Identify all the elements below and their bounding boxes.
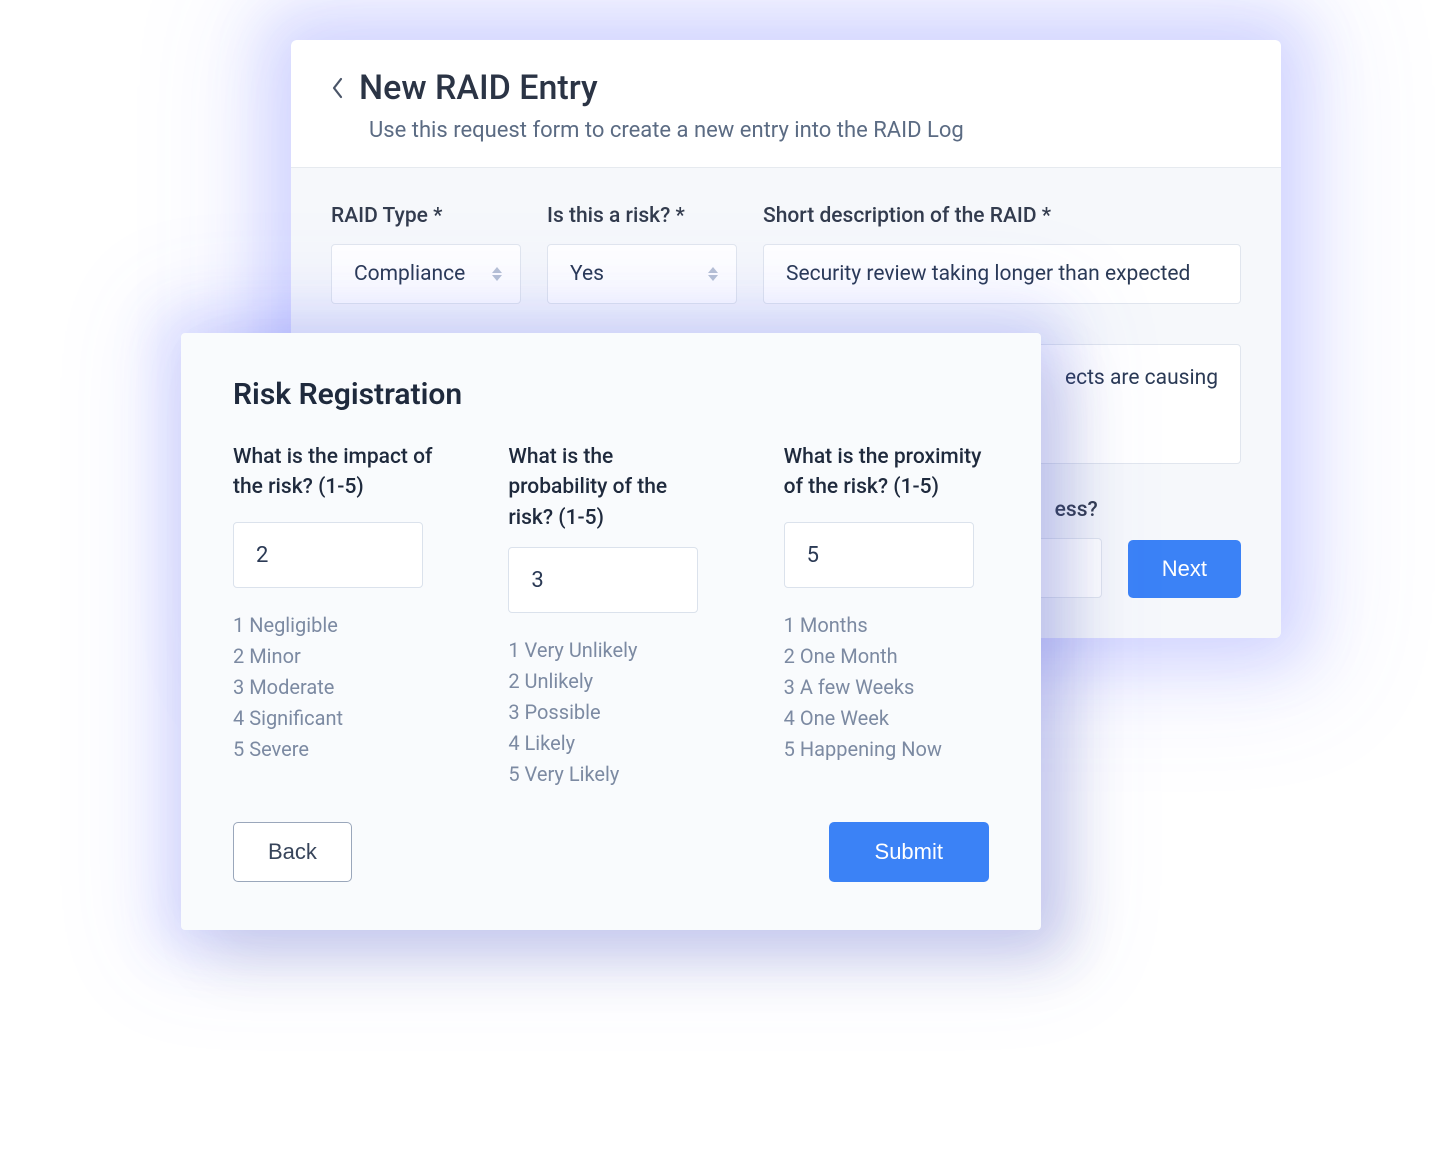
- next-button[interactable]: Next: [1128, 540, 1241, 598]
- impact-scale: 1 Negligible 2 Minor 3 Moderate 4 Signif…: [233, 610, 438, 765]
- back-button[interactable]: Back: [233, 822, 352, 882]
- proximity-question: What is the proximity of the risk? (1-5): [784, 442, 989, 508]
- select-arrows-icon: [708, 267, 718, 281]
- short-desc-value: Security review taking longer than expec…: [786, 262, 1190, 286]
- raid-type-label: RAID Type *: [331, 204, 521, 228]
- impact-value: 2: [256, 543, 268, 568]
- back-icon[interactable]: [331, 76, 345, 100]
- short-desc-input[interactable]: Security review taking longer than expec…: [763, 244, 1241, 304]
- probability-scale: 1 Very Unlikely 2 Unlikely 3 Possible 4 …: [508, 635, 713, 790]
- raid-type-value: Compliance: [354, 262, 465, 286]
- risk-registration-panel: Risk Registration What is the impact of …: [181, 333, 1041, 930]
- raid-type-select[interactable]: Compliance: [331, 244, 521, 304]
- proximity-scale: 1 Months 2 One Month 3 A few Weeks 4 One…: [784, 610, 989, 765]
- probability-column: What is the probability of the risk? (1-…: [508, 442, 713, 790]
- proximity-input[interactable]: 5: [784, 522, 974, 588]
- proximity-value: 5: [807, 543, 819, 568]
- probability-question: What is the probability of the risk? (1-…: [508, 442, 713, 533]
- impact-input[interactable]: 2: [233, 522, 423, 588]
- short-desc-label: Short description of the RAID *: [763, 204, 1241, 228]
- panel-header: New RAID Entry Use this request form to …: [291, 40, 1281, 168]
- proximity-column: What is the proximity of the risk? (1-5)…: [784, 442, 989, 790]
- page-title: New RAID Entry: [359, 68, 598, 108]
- is-risk-value: Yes: [570, 262, 604, 286]
- is-risk-select[interactable]: Yes: [547, 244, 737, 304]
- page-subtitle: Use this request form to create a new en…: [331, 118, 1241, 143]
- risk-reg-title: Risk Registration: [233, 377, 989, 412]
- probability-value: 3: [531, 568, 543, 593]
- select-arrows-icon: [492, 267, 502, 281]
- submit-button[interactable]: Submit: [829, 822, 989, 882]
- probability-input[interactable]: 3: [508, 547, 698, 613]
- impact-question: What is the impact of the risk? (1-5): [233, 442, 438, 508]
- is-risk-label: Is this a risk? *: [547, 204, 737, 228]
- detail-value: ects are causing: [1065, 363, 1218, 445]
- impact-column: What is the impact of the risk? (1-5) 2 …: [233, 442, 438, 790]
